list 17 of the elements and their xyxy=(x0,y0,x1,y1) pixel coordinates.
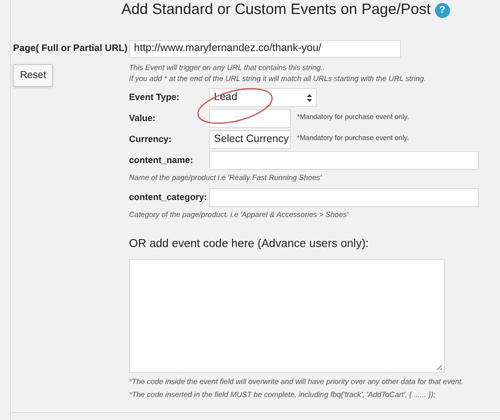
field-label: content_name: xyxy=(129,154,194,167)
section-title: Add Standard or Custom Events on Page/Post xyxy=(121,0,431,20)
field-label: Currency: xyxy=(129,132,173,146)
field-label: Value: xyxy=(129,112,157,125)
dropdown[interactable]: Select Currency xyxy=(209,130,291,149)
updown-arrows-icon xyxy=(307,94,312,102)
dropdown[interactable]: Lead xyxy=(209,88,317,107)
code-section-title: OR add event code here (Advance users only): xyxy=(129,237,370,252)
input-field[interactable] xyxy=(209,109,291,128)
input-field[interactable] xyxy=(209,188,479,207)
field-label: Event Type: xyxy=(129,90,180,104)
field-label: content_category: xyxy=(129,190,208,204)
page-label: Page( Full or Partial URL) xyxy=(13,42,128,56)
reset-button[interactable]: Reset xyxy=(13,64,54,88)
input-field[interactable] xyxy=(209,151,479,170)
url-input[interactable]: http://www.maryfernandez.co/thank-you/ xyxy=(129,40,401,58)
resize-grip-icon[interactable] xyxy=(437,365,442,370)
